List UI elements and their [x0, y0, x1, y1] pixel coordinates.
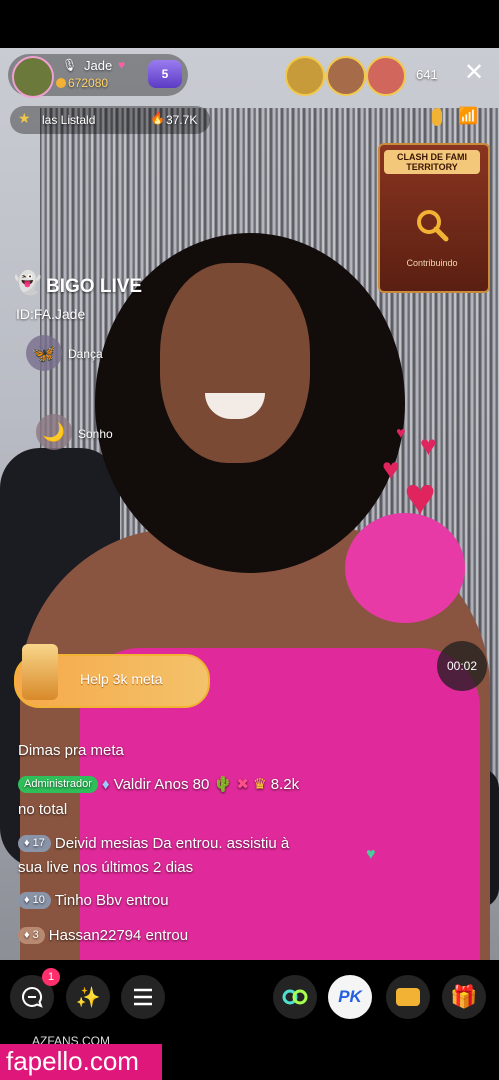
heart-badge-icon: ♥ [118, 58, 126, 72]
link-button[interactable] [273, 975, 317, 1019]
ranking-icon: ★ [18, 110, 31, 126]
gift-button[interactable]: 🎁 [442, 975, 486, 1019]
chat-amount: 8.2k [270, 776, 300, 793]
mic-status-icon [432, 108, 442, 126]
wallet-icon [396, 988, 420, 1006]
user-level-badge: ♦ 10 [18, 892, 51, 909]
notification-badge: 1 [42, 968, 60, 986]
viewer-count[interactable]: 641 [416, 67, 438, 82]
magic-wand-icon: ✨ [75, 986, 101, 1009]
user-level-badge: ♦ 3 [18, 927, 45, 944]
host-beans: 672080 [68, 76, 109, 90]
admin-badge: Administrador [18, 776, 98, 793]
magic-button[interactable]: ✨ [66, 975, 110, 1019]
top-fan-avatar[interactable] [366, 56, 406, 96]
chat-message: ♦ 10 Tinho Bbv entrou [18, 892, 169, 909]
heart-icon: ♥ [404, 467, 437, 527]
cactus-icon: 🌵 [213, 776, 233, 793]
dress-ruffle [345, 513, 465, 623]
chat-message: sua live nos últimos 2 dias [18, 859, 194, 876]
side-item-label: Dança [68, 347, 103, 361]
link-icon [282, 989, 308, 1005]
host-id: ID:FA.Jade [16, 306, 86, 322]
crown-icon: ♛ [253, 776, 267, 793]
user-level-badge: ♦ 17 [18, 835, 51, 852]
chat-text: Hassan22794 entrou [48, 927, 189, 944]
lamp-icon [22, 644, 58, 700]
butterfly-icon[interactable]: 🦋 [26, 335, 62, 371]
fire-icon: 🔥 [150, 111, 165, 125]
heart-icon: ♥ [396, 425, 406, 442]
close-icon[interactable]: ✕ [464, 58, 484, 88]
timer[interactable]: 00:02 [437, 641, 487, 691]
chat-message: ♦ 17 Deivid mesias Da entrou. assistiu à [18, 835, 289, 852]
menu-button[interactable] [121, 975, 165, 1019]
menu-icon [134, 988, 152, 1006]
brand-watermark: BIGO LIVE [46, 276, 143, 297]
dream-icon[interactable]: 🌙 [36, 414, 72, 450]
streamer-face [160, 263, 310, 463]
status-bar [0, 0, 499, 48]
heart-icon: ♥ [420, 430, 437, 461]
chat-message: Dimas pra meta [18, 742, 124, 759]
search-icon [415, 208, 449, 250]
chat-message: ♦ 3 Hassan22794 entrou [18, 927, 188, 944]
bean-icon [56, 78, 66, 88]
diamond-icon: ♦ [101, 776, 110, 793]
site-banner-text: fapello.com [6, 1046, 139, 1076]
chat-message: no total [18, 801, 68, 818]
side-item-label: Sonho [78, 427, 113, 441]
chat-icon [22, 986, 43, 1008]
wallet-button[interactable] [386, 975, 430, 1019]
event-title: CLASH DE FAMI TERRITORY [384, 150, 480, 174]
chat-message: Administrador ♦ Valdir Anos 80 🌵 ✖ ♛ 8.2k [18, 775, 299, 793]
heart-icon: ♥ [382, 453, 400, 486]
top-fan-avatar[interactable] [285, 56, 325, 96]
goal-text: Help 3k meta [80, 671, 163, 687]
host-name: Jade [84, 58, 113, 73]
green-heart-icon: ♥ [366, 846, 376, 863]
pk-button[interactable]: PK [328, 975, 372, 1019]
ranking-label: las Listald [42, 113, 96, 127]
bigo-logo-icon: 👻 [14, 270, 42, 295]
gift-icon: ✖ [236, 776, 249, 793]
host-avatar[interactable] [12, 56, 54, 98]
gift-box-icon: 🎁 [450, 984, 478, 1009]
chat-text: Deivid mesias Da entrou. assistiu à [54, 835, 290, 852]
top-fan-avatar[interactable] [326, 56, 366, 96]
mic-icon: 🎙 [62, 58, 78, 72]
event-button[interactable]: Contribuindo [384, 258, 480, 268]
host-level-badge: 5 [148, 60, 182, 88]
chat-text: Tinho Bbv entrou [54, 892, 169, 909]
wifi-icon: 📶 [458, 108, 478, 125]
chat-user: Valdir Anos 80 [113, 776, 210, 793]
pk-label: PK [338, 987, 362, 1006]
hot-count: 37.7K [166, 113, 198, 127]
